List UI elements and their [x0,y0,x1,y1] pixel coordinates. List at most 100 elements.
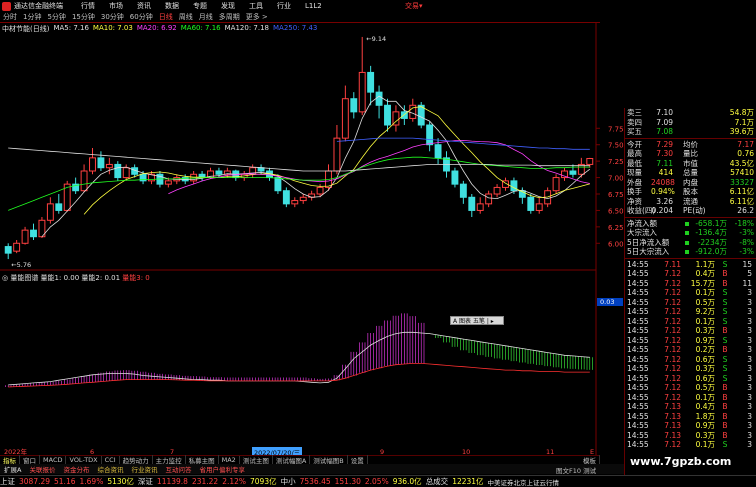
tick-side: S [722,364,728,373]
tick-count: 3 [747,326,752,335]
candle-body [375,91,383,106]
date-axis-label: 9 [380,448,384,455]
tick-time: 14:55 [627,335,649,345]
tick-row: 14:55 7.12 9.2万 S 3 [625,307,756,317]
indicator-tab[interactable]: VOL-TDX [66,456,102,464]
period-tab-10[interactable]: 更多 > [246,12,268,22]
money-flow-value: -2234万 [697,237,727,247]
chart-popup-toolbar[interactable]: A 图表 五笔 | ▸ [450,316,504,325]
money-flow-row: 大宗流入 -136.4万 -3% [625,228,756,238]
menu-data[interactable]: 数据 [165,1,179,11]
index-name[interactable]: 中小 [281,476,296,487]
tick-side: B [722,326,728,335]
extension-tab[interactable]: 行业资讯 [127,464,161,474]
tick-time: 14:55 [627,326,649,335]
index-value: 11139.8 [156,477,188,486]
index-amount: 936.0亿 [392,477,422,486]
index-change: 51.16 [54,477,76,486]
extension-tab[interactable]: 综合资讯 [93,464,127,474]
menu-tools[interactable]: 工具 [249,1,263,11]
indicator-tab[interactable]: CCI [102,456,120,464]
menu-topics[interactable]: 专题 [193,1,207,11]
indicator-legend-item: 量能3: 0 [122,274,150,282]
menu-discover[interactable]: 发现 [221,1,235,11]
tick-count: 3 [747,373,752,383]
period-toolbar: 分时 1分钟 5分钟 15分钟 30分钟 60分钟 日线 周线 月线 多周期 更多 > [0,12,600,23]
tick-price: 7.13 [664,430,681,440]
main-chart[interactable]: 7.75 7.50 7.25 7.00 6.75 6.50 6.25 6.00 ←9.14 ←5.… [0,23,624,455]
stat-row: 净资 3.26 流通 6.11亿 [625,197,756,207]
tick-price: 7.13 [664,421,681,430]
tick-price: 7.12 [664,307,681,316]
tick-side: S [722,316,728,326]
tick-side: S [722,288,728,297]
period-tab-3[interactable]: 15分钟 [72,12,95,22]
indicator-tab[interactable]: MA2 [219,456,240,464]
tick-row: 14:55 7.12 0.5万 S 3 [625,298,756,308]
extension-tab[interactable]: 省用户偏利专享 [195,464,249,474]
tick-volume: 0.9万 [695,335,715,345]
stat-value: 3.26 [656,196,673,206]
extension-tab[interactable]: 扩展A [0,464,25,474]
tick-volume: 0.4万 [695,402,715,411]
stat-label: 内盘 [683,177,698,187]
candle-body [510,180,518,192]
money-flow-label: 净流入额 [627,218,657,228]
tick-time: 14:55 [627,373,649,383]
order-book-row: 卖四 7.09 7.1万 [625,118,756,128]
tick-time: 14:55 [627,259,649,269]
trade-menu[interactable]: 交易▾ [405,1,423,11]
money-flow-value: -658.1万 [695,218,727,228]
tick-row: 14:55 7.12 0.6万 S 3 [625,374,756,384]
index-name[interactable]: 深证 [138,476,153,487]
tick-volume: 0.6万 [695,354,715,364]
period-tab-0[interactable]: 分时 [3,12,17,22]
money-flow-label: 5日大宗流入 [627,247,670,256]
tick-side: S [722,354,728,364]
period-tab-2[interactable]: 5分钟 [47,12,65,22]
order-book-label: 卖四 [627,117,642,127]
date-axis-label: 6 [90,448,94,455]
extension-tab[interactable]: 关联报价 [25,464,59,474]
stat-value: 43.5亿 [729,158,754,168]
tick-price: 7.12 [664,383,681,392]
stat-row: 今开 7.29 均价 7.17 [625,140,756,150]
tick-side: B [722,383,728,392]
tick-side: S [722,373,728,383]
price-axis-label: 7.25 [608,158,624,166]
stat-value: 26.2 [737,206,754,215]
tick-row: 14:55 7.12 0.6万 S 3 [625,355,756,365]
menu-l1l2[interactable]: L1L2 [305,2,322,10]
period-tab-9[interactable]: 多周期 [219,12,240,22]
candle-body [291,200,299,205]
tick-time: 14:55 [627,364,649,373]
candle-body [468,196,476,211]
period-tab-5[interactable]: 60分钟 [130,12,153,22]
money-flow-row: 5日大宗流入 -912.0万 -3% [625,247,756,257]
indicator-tab[interactable]: MACD [40,456,67,464]
period-tab-4[interactable]: 30分钟 [101,12,124,22]
order-book-price: 7.08 [656,127,673,136]
period-tab-1[interactable]: 1分钟 [23,12,41,22]
candle-body [552,177,560,192]
menu-market[interactable]: 市场 [109,1,123,11]
index-name[interactable]: 上证 [0,476,15,487]
menu-industry[interactable]: 行业 [277,1,291,11]
menu-news[interactable]: 资讯 [137,1,151,11]
f10-link[interactable]: 图文F10 测试 [556,465,596,475]
stat-row: 现量 414 总量 57410 [625,168,756,178]
tick-side: B [722,278,728,288]
candle-body [367,71,375,93]
stat-label: 总量 [683,168,698,177]
extension-tab[interactable]: 资金分布 [59,464,93,474]
period-tab-6[interactable]: 日线 [159,12,173,22]
tick-price: 7.12 [664,335,681,345]
period-tab-7[interactable]: 周线 [179,12,193,22]
menu-quotes[interactable]: 行情 [81,1,95,11]
app-title: 通达信金融终端 [14,2,63,10]
extension-tab[interactable]: 互动问答 [161,464,195,474]
stat-label: 换手 [627,187,642,196]
tick-price: 7.12 [664,288,681,297]
tick-time: 14:55 [627,316,649,326]
period-tab-8[interactable]: 月线 [199,12,213,22]
